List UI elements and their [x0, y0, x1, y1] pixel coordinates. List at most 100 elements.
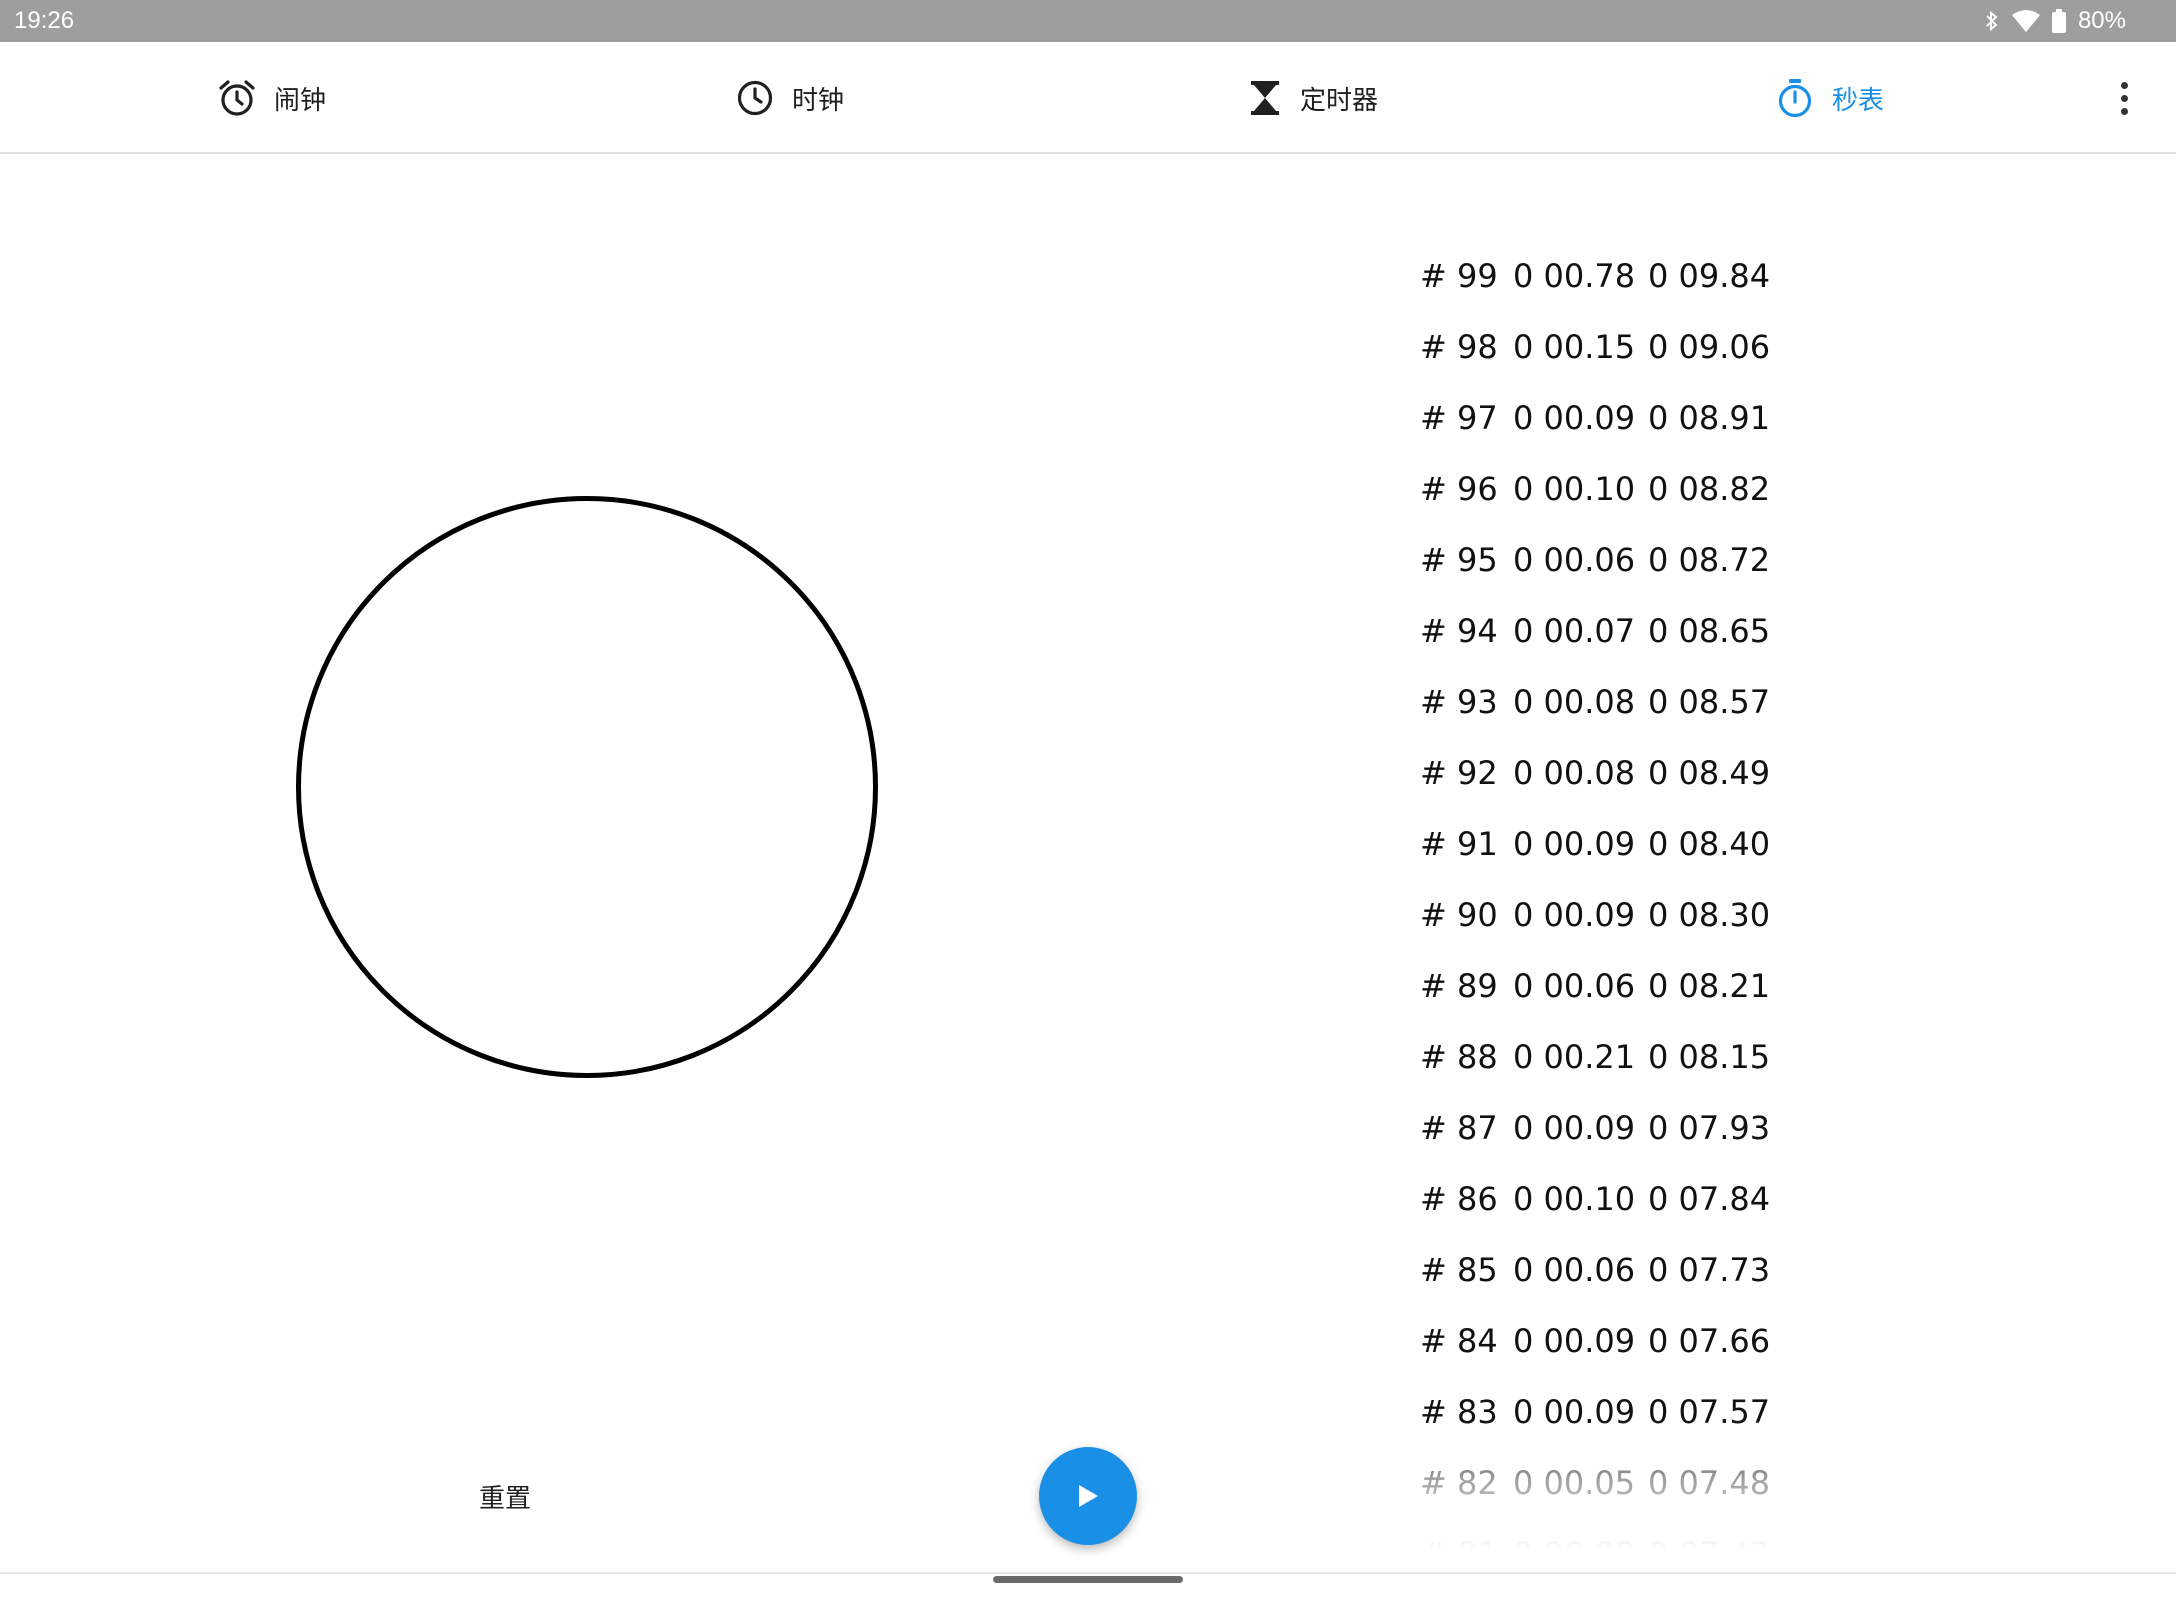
lap-row: # 94 0 00.07 0 08.65: [1420, 595, 1820, 666]
lap-total-time: 0 07.73: [1648, 1250, 1771, 1289]
lap-time: 0 00.06: [1513, 540, 1636, 579]
tab-stopwatch-label: 秒表: [1832, 84, 1885, 115]
lap-row: # 86 0 00.10 0 07.84: [1420, 1163, 1820, 1234]
lap-row: # 96 0 00.10 0 08.82: [1420, 453, 1820, 524]
tab-timer-label: 定时器: [1300, 84, 1379, 115]
lap-total-time: 0 08.40: [1648, 824, 1771, 863]
lap-time: 0 00.09: [1513, 1108, 1636, 1147]
lap-row: # 99 0 00.78 0 09.84: [1420, 240, 1820, 311]
lap-row: # 82 0 00.05 0 07.48: [1420, 1447, 1820, 1518]
bluetooth-icon: [1986, 10, 1998, 32]
lap-time: 0 00.78: [1513, 256, 1636, 295]
lap-row: # 88 0 00.21 0 08.15: [1420, 1021, 1820, 1092]
lap-number: # 99: [1420, 256, 1498, 295]
lap-row: # 95 0 00.06 0 08.72: [1420, 524, 1820, 595]
lap-total-time: 0 08.72: [1648, 540, 1771, 579]
lap-total-time: 0 08.15: [1648, 1037, 1771, 1076]
lap-number: # 86: [1420, 1179, 1498, 1218]
play-icon: [1079, 1485, 1098, 1507]
lap-time: 0 00.09: [1513, 895, 1636, 934]
tab-timer[interactable]: 定时器: [1248, 42, 1378, 154]
lap-number: # 92: [1420, 753, 1498, 792]
lap-number: # 87: [1420, 1108, 1498, 1147]
lap-total-time: 0 08.49: [1648, 753, 1771, 792]
lap-total-time: 0 08.30: [1648, 895, 1771, 934]
lap-total-time: 0 08.57: [1648, 682, 1771, 721]
navigation-divider: [0, 1572, 2176, 1574]
lap-row: # 89 0 00.06 0 08.21: [1420, 950, 1820, 1021]
hourglass-icon: [1251, 81, 1279, 115]
wifi-icon: [2011, 10, 2040, 32]
status-bar: 19:26 80%: [0, 0, 2176, 42]
tab-alarm-label: 闹钟: [274, 84, 327, 115]
lap-number: # 96: [1420, 469, 1498, 508]
lap-number: # 90: [1420, 895, 1498, 934]
lap-time: 0 00.21: [1513, 1037, 1636, 1076]
lap-row: # 93 0 00.08 0 08.57: [1420, 666, 1820, 737]
lap-time: 0 00.06: [1513, 1250, 1636, 1289]
home-indicator[interactable]: [993, 1576, 1183, 1583]
clock-icon: [737, 80, 773, 116]
lap-total-time: 0 08.91: [1648, 398, 1771, 437]
lap-total-time: 0 09.06: [1648, 327, 1771, 366]
lap-row: # 810 00.080 07.42: [1420, 1518, 1820, 1551]
lap-total-time: 0 07.66: [1648, 1321, 1771, 1360]
status-time: 19:26: [14, 7, 75, 34]
tab-clock-label: 时钟: [792, 84, 845, 115]
lap-row: # 85 0 00.06 0 07.73: [1420, 1234, 1820, 1305]
lap-total-time: 0 07.42: [1648, 1535, 1788, 1551]
lap-row: # 92 0 00.08 0 08.49: [1420, 737, 1820, 808]
lap-time: 0 00.15: [1513, 327, 1636, 366]
menu-dot: [2120, 94, 2128, 102]
lap-number: # 93: [1420, 682, 1498, 721]
tab-clock[interactable]: 时钟: [736, 42, 844, 154]
lap-total-time: 0 07.48: [1648, 1463, 1771, 1502]
status-icons: 80%: [1984, 7, 2126, 35]
lap-total-time: 0 08.65: [1648, 611, 1771, 650]
lap-time: 0 00.08: [1513, 1535, 1648, 1551]
lap-total-time: 0 07.84: [1648, 1179, 1771, 1218]
lap-time: 0 00.09: [1513, 398, 1636, 437]
play-button[interactable]: [1039, 1447, 1137, 1545]
alarm-clock-icon: [219, 80, 255, 116]
lap-row: # 87 0 00.09 0 07.93: [1420, 1092, 1820, 1163]
tab-bar: 闹钟 时钟 定时器 秒表: [0, 42, 2176, 154]
lap-time: 0 00.05: [1513, 1463, 1636, 1502]
reset-button[interactable]: 重置: [470, 1474, 540, 1518]
menu-dot: [2120, 81, 2128, 89]
lap-number: # 83: [1420, 1392, 1498, 1431]
lap-time: 0 00.06: [1513, 966, 1636, 1005]
menu-dot: [2120, 107, 2128, 115]
lap-time: 0 00.10: [1513, 1179, 1636, 1218]
lap-number: # 85: [1420, 1250, 1498, 1289]
lap-time: 0 00.08: [1513, 682, 1636, 721]
lap-total-time: 0 08.82: [1648, 469, 1771, 508]
lap-row: # 97 0 00.09 0 08.91: [1420, 382, 1820, 453]
lap-number: # 81: [1420, 1535, 1513, 1551]
lap-row: # 84 0 00.09 0 07.66: [1420, 1305, 1820, 1376]
battery-text: 80%: [2077, 7, 2126, 34]
lap-total-time: 0 08.21: [1648, 966, 1771, 1005]
lap-number: # 94: [1420, 611, 1498, 650]
lap-total-time: 0 09.84: [1648, 256, 1771, 295]
lap-number: # 89: [1420, 966, 1498, 1005]
lap-time: 0 00.08: [1513, 753, 1636, 792]
tab-stopwatch[interactable]: 秒表: [1776, 42, 1884, 154]
tab-alarm[interactable]: 闹钟: [218, 42, 326, 154]
lap-number: # 91: [1420, 824, 1498, 863]
stopwatch-icon: [1778, 79, 1812, 118]
lap-row: # 83 0 00.09 0 07.57: [1420, 1376, 1820, 1447]
lap-number: # 95: [1420, 540, 1498, 579]
lap-row: # 90 0 00.09 0 08.30: [1420, 879, 1820, 950]
lap-row: # 98 0 00.15 0 09.06: [1420, 311, 1820, 382]
lap-list[interactable]: # 99 0 00.78 0 09.84 # 98 0 00.15 0 09.06 # 97…: [1420, 240, 1820, 1551]
more-vert-icon[interactable]: [2106, 76, 2142, 120]
lap-total-time: 0 07.57: [1648, 1392, 1771, 1431]
lap-time: 0 00.09: [1513, 1392, 1636, 1431]
lap-number: # 82: [1420, 1463, 1498, 1502]
lap-time: 0 00.07: [1513, 611, 1636, 650]
battery-icon: [2051, 9, 2066, 33]
lap-number: # 97: [1420, 398, 1498, 437]
lap-number: # 88: [1420, 1037, 1498, 1076]
lap-total-time: 0 07.93: [1648, 1108, 1771, 1147]
